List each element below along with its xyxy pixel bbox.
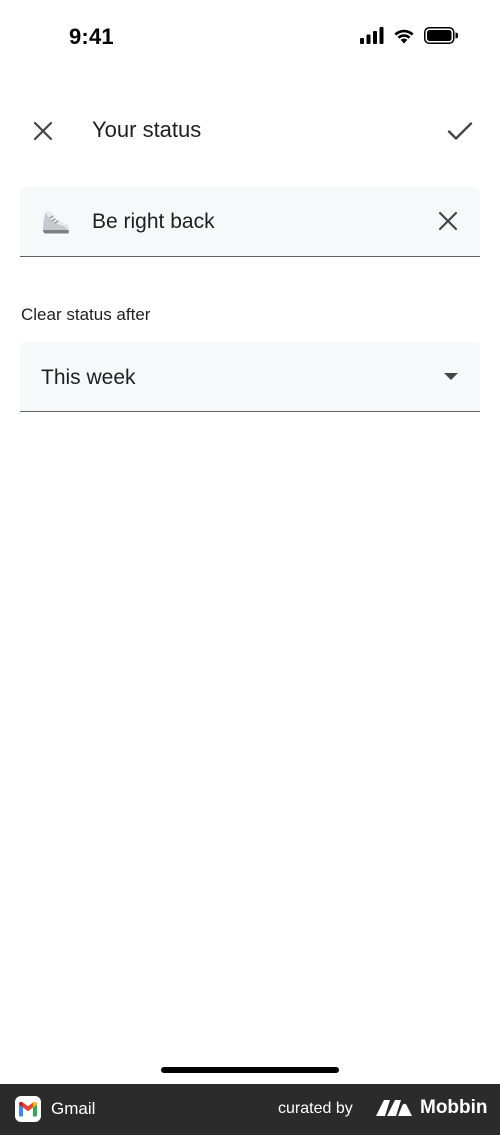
status-input-field[interactable]: Be right back — [20, 187, 480, 257]
clear-after-label: Clear status after — [21, 305, 151, 324]
confirm-button[interactable] — [442, 114, 478, 148]
battery-icon — [424, 27, 458, 44]
clear-after-selected: This week — [41, 366, 136, 389]
emoji-picker-button[interactable] — [40, 206, 72, 238]
status-input[interactable]: Be right back — [92, 210, 215, 234]
home-indicator — [161, 1067, 339, 1073]
clear-status-button[interactable] — [432, 205, 464, 237]
clear-after-dropdown[interactable]: This week — [20, 342, 480, 412]
page-title: Your status — [92, 117, 202, 142]
footer-brand: Mobbin — [420, 1097, 488, 1118]
mobbin-logo-icon — [376, 1100, 412, 1116]
status-time: 9:41 — [69, 24, 114, 49]
close-button[interactable] — [26, 114, 60, 148]
gmail-logo-icon — [15, 1096, 41, 1122]
status-icons — [360, 27, 458, 44]
close-icon — [33, 121, 53, 141]
header: Your status — [0, 100, 500, 162]
footer-app-name: Gmail — [51, 1099, 96, 1118]
dropdown-arrow-icon — [444, 373, 458, 380]
close-icon — [438, 211, 458, 231]
running-shoe-icon — [42, 210, 70, 234]
checkmark-icon — [447, 122, 473, 140]
signal-icon — [360, 27, 384, 44]
footer-bar: Gmail curated by Mobbin — [0, 1084, 500, 1135]
status-bar: 9:41 — [0, 0, 500, 74]
footer-curated-by: curated by — [278, 1100, 353, 1117]
wifi-icon — [394, 29, 414, 44]
